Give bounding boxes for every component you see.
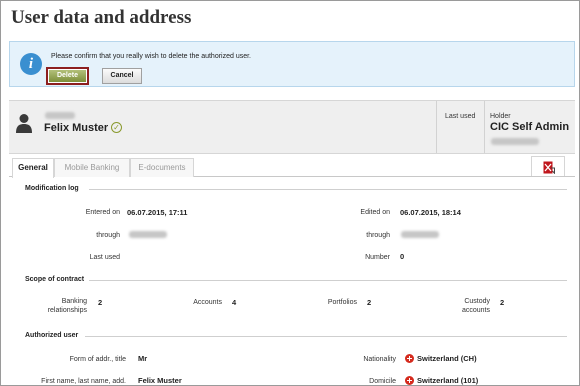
person-icon bbox=[16, 114, 32, 133]
divider bbox=[436, 101, 437, 153]
delete-confirmation-box: i Please confirm that you really wish to… bbox=[9, 41, 575, 87]
swiss-flag-icon bbox=[405, 354, 414, 363]
tab-bar: General Mobile Banking E-documents bbox=[9, 156, 575, 178]
entered-on-label: Entered on bbox=[85, 209, 120, 216]
tab-mobile-banking[interactable]: Mobile Banking bbox=[54, 158, 130, 177]
last-used-label: Last used bbox=[445, 113, 476, 120]
portfolios-label: Portfolios bbox=[327, 299, 357, 306]
domicile-value: Switzerland (101) bbox=[417, 376, 479, 385]
through-label: through bbox=[96, 232, 120, 239]
pdf-export-icon bbox=[543, 161, 555, 174]
custody-accounts-label: Custody accounts bbox=[462, 297, 490, 315]
section-divider bbox=[89, 280, 567, 281]
section-title-authorized-user: Authorized user bbox=[25, 332, 79, 339]
accounts-value: 4 bbox=[232, 298, 237, 307]
custody-label-line2: accounts bbox=[461, 307, 490, 314]
holder-label: Holder bbox=[490, 113, 511, 120]
check-circle-icon: ✓ bbox=[111, 122, 122, 133]
portfolios-value: 2 bbox=[367, 298, 372, 307]
redacted-user-id bbox=[45, 112, 75, 119]
pdf-export-button[interactable] bbox=[531, 156, 565, 176]
holder-value: CIC Self Admin bbox=[490, 121, 570, 133]
delete-button[interactable]: Delete bbox=[46, 67, 89, 85]
banking-label-line2: relationships bbox=[47, 307, 87, 314]
banking-label-line1: Banking bbox=[61, 298, 87, 305]
divider bbox=[484, 101, 485, 153]
edited-on-label: Edited on bbox=[360, 209, 390, 216]
tab-e-documents[interactable]: E-documents bbox=[130, 158, 194, 177]
user-header: Felix Muster ✓ Last used Holder CIC Self… bbox=[9, 100, 575, 154]
entered-on-value: 06.07.2015, 17:11 bbox=[127, 208, 188, 217]
redacted-entered-through bbox=[129, 231, 167, 238]
cancel-button[interactable]: Cancel bbox=[102, 68, 142, 84]
through-label: through bbox=[366, 232, 390, 239]
info-icon: i bbox=[20, 53, 42, 75]
names-value: Felix Muster bbox=[138, 376, 182, 385]
banking-relationships-label: Banking relationships bbox=[48, 297, 87, 315]
section-divider bbox=[89, 189, 567, 190]
tab-general[interactable]: General bbox=[12, 158, 54, 178]
form-of-address-label: Form of addr., title bbox=[69, 356, 126, 363]
user-name: Felix Muster bbox=[44, 122, 109, 134]
swiss-flag-icon bbox=[405, 376, 414, 385]
domicile-label: Domicile bbox=[369, 378, 396, 385]
redacted-holder-id bbox=[491, 138, 539, 145]
window: User data and address i Please confirm t… bbox=[0, 0, 580, 386]
delete-button-label: Delete bbox=[49, 70, 86, 82]
page-title: User data and address bbox=[11, 7, 192, 28]
accounts-label: Accounts bbox=[193, 299, 222, 306]
confirmation-message: Please confirm that you really wish to d… bbox=[51, 53, 251, 60]
edited-on-value: 06.07.2015, 18:14 bbox=[400, 208, 461, 217]
nationality-label: Nationality bbox=[363, 356, 396, 363]
number-label: Number bbox=[365, 254, 390, 261]
custody-label-line1: Custody bbox=[464, 298, 490, 305]
names-label: First name, last name, add. bbox=[41, 378, 126, 385]
section-title-modification-log: Modification log bbox=[25, 185, 79, 192]
last-used-label: Last used bbox=[89, 254, 120, 261]
redacted-edited-through bbox=[401, 231, 439, 238]
custody-accounts-value: 2 bbox=[500, 298, 505, 307]
section-title-scope-of-contract: Scope of contract bbox=[25, 276, 85, 283]
section-divider bbox=[85, 336, 567, 337]
form-of-address-value: Mr bbox=[138, 354, 148, 363]
nationality-value: Switzerland (CH) bbox=[417, 354, 477, 363]
banking-relationships-value: 2 bbox=[98, 298, 103, 307]
number-value: 0 bbox=[400, 252, 405, 261]
